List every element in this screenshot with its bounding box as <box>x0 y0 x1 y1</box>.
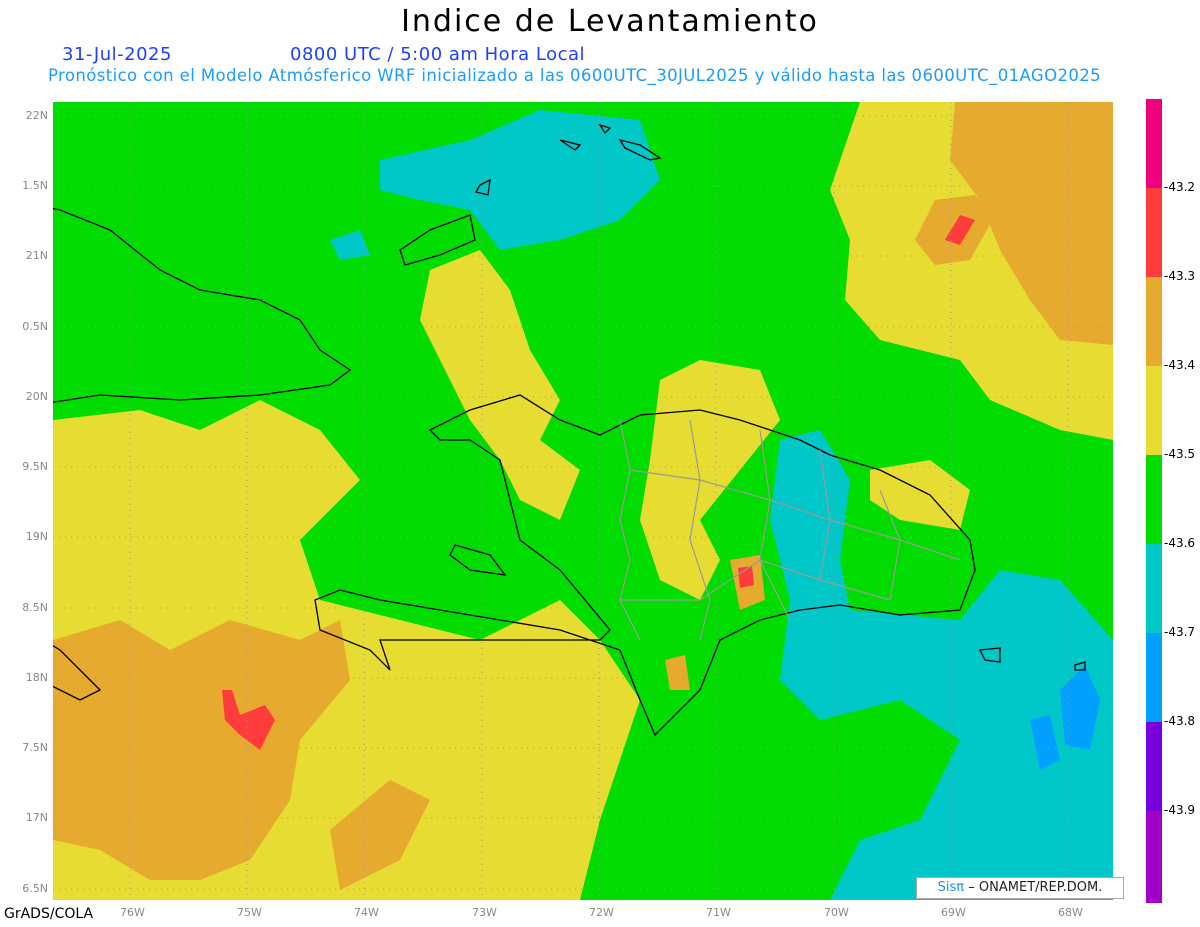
y-label: 22N <box>25 109 48 122</box>
x-label: 72W <box>589 906 614 919</box>
x-label: 70W <box>824 906 849 919</box>
x-label: 73W <box>472 906 497 919</box>
onamet-credit-box: Sisπ – ONAMET/REP.DOM. <box>916 877 1124 899</box>
colorbar-label: -43.8 <box>1164 714 1196 728</box>
x-label: 74W <box>354 906 379 919</box>
x-label: 71W <box>706 906 731 919</box>
colorbar-label: -43.3 <box>1164 269 1196 283</box>
colorbar-label: -43.5 <box>1164 447 1196 461</box>
x-label: 75W <box>237 906 262 919</box>
lifted-index-map <box>53 99 1162 903</box>
x-label: 76W <box>120 906 145 919</box>
grads-credit: GrADS/COLA <box>4 906 94 922</box>
y-label: 20N <box>25 390 48 403</box>
y-label: 0.5N <box>22 320 48 333</box>
x-label: 68W <box>1058 906 1083 919</box>
y-label: 9.5N <box>22 460 48 473</box>
colorbar-label: -43.9 <box>1164 803 1196 817</box>
y-label: 19N <box>25 530 48 543</box>
onamet-credit: – ONAMET/REP.DOM. <box>968 880 1103 895</box>
y-label: 6.5N <box>22 882 48 895</box>
colorbar-label: -43.4 <box>1164 358 1196 372</box>
colorbar-label: -43.6 <box>1164 536 1196 550</box>
colorbar-label: -43.2 <box>1164 180 1196 194</box>
y-label: 21N <box>25 249 48 262</box>
colorbar-label: -43.7 <box>1164 625 1196 639</box>
y-label: 8.5N <box>22 601 48 614</box>
y-label: 17N <box>25 811 48 824</box>
y-label: 18N <box>25 671 48 684</box>
x-label: 69W <box>941 906 966 919</box>
colorbar <box>1146 99 1162 903</box>
y-label: 7.5N <box>22 741 48 754</box>
sis-logo: Sisπ <box>937 880 965 895</box>
y-label: 1.5N <box>22 179 48 192</box>
